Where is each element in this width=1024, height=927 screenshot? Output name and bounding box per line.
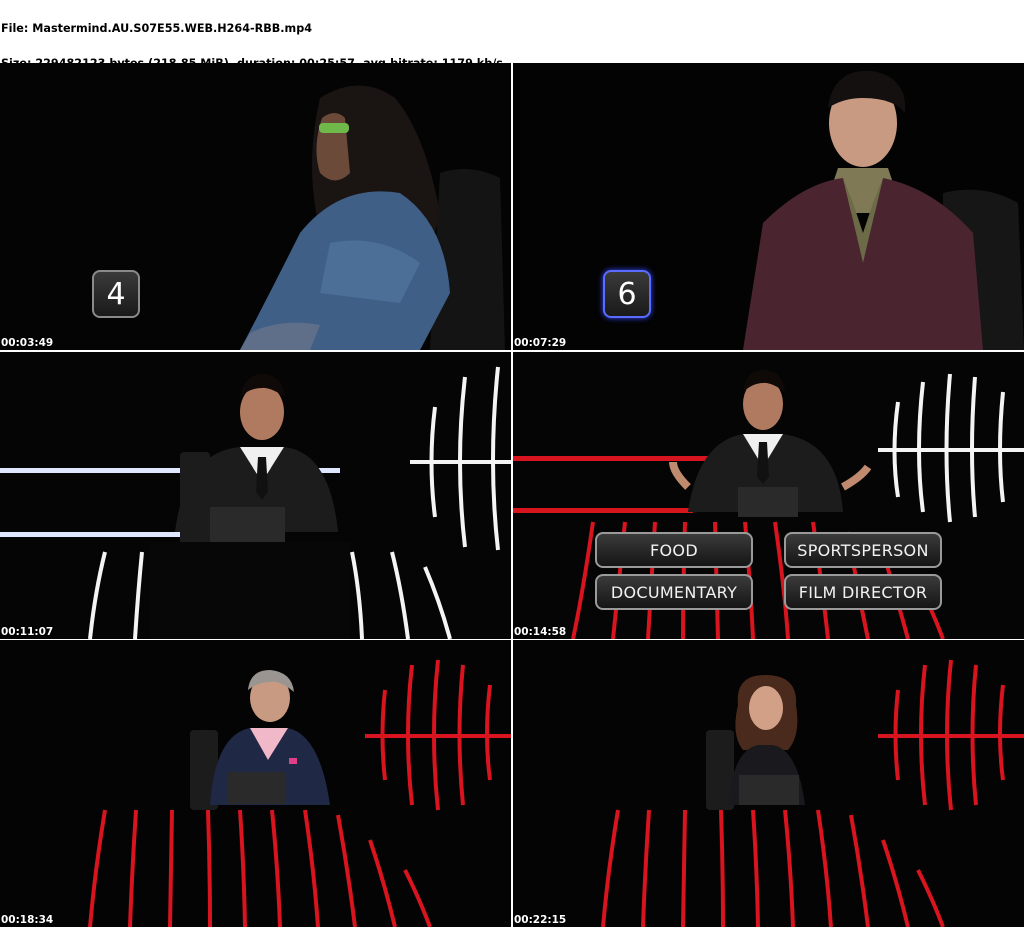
- file-line: File: Mastermind.AU.S07E55.WEB.H264-RBB.…: [1, 22, 312, 36]
- score-badge: 4: [92, 270, 140, 318]
- category-food-button: FOOD: [595, 532, 753, 568]
- timestamp-label: 00:03:49: [1, 337, 54, 349]
- contestant-red-stage-scene: [513, 640, 1024, 927]
- score-badge: 6: [603, 270, 651, 318]
- timestamp-label: 00:22:15: [514, 914, 567, 926]
- host-red-stage-scene: [513, 352, 1024, 639]
- category-documentary-button: DOCUMENTARY: [595, 574, 753, 610]
- timestamp-label: 00:11:07: [1, 626, 54, 638]
- contestant-profile-scene: [0, 63, 511, 350]
- thumbnail-frame-5: 00:18:34: [0, 640, 511, 927]
- thumbnail-frame-1: 4 00:03:49: [0, 63, 511, 350]
- timestamp-label: 00:18:34: [1, 914, 54, 926]
- category-film-director-button: FILM DIRECTOR: [784, 574, 942, 610]
- thumbnail-frame-4: FOOD SPORTSPERSON DOCUMENTARY FILM DIREC…: [513, 352, 1024, 639]
- file-info-header: File: Mastermind.AU.S07E55.WEB.H264-RBB.…: [1, 0, 1021, 173]
- thumbnail-frame-2: 6 00:07:29: [513, 63, 1024, 350]
- timestamp-label: 00:07:29: [514, 337, 567, 349]
- category-sportsperson-button: SPORTSPERSON: [784, 532, 942, 568]
- thumbnail-frame-6: 00:22:15: [513, 640, 1024, 927]
- host-white-stage-scene: [0, 352, 511, 639]
- contestant-red-stage-scene: [0, 640, 511, 927]
- contestant-front-scene: [513, 63, 1024, 350]
- thumbnail-frame-3: 00:11:07: [0, 352, 511, 639]
- timestamp-label: 00:14:58: [514, 626, 567, 638]
